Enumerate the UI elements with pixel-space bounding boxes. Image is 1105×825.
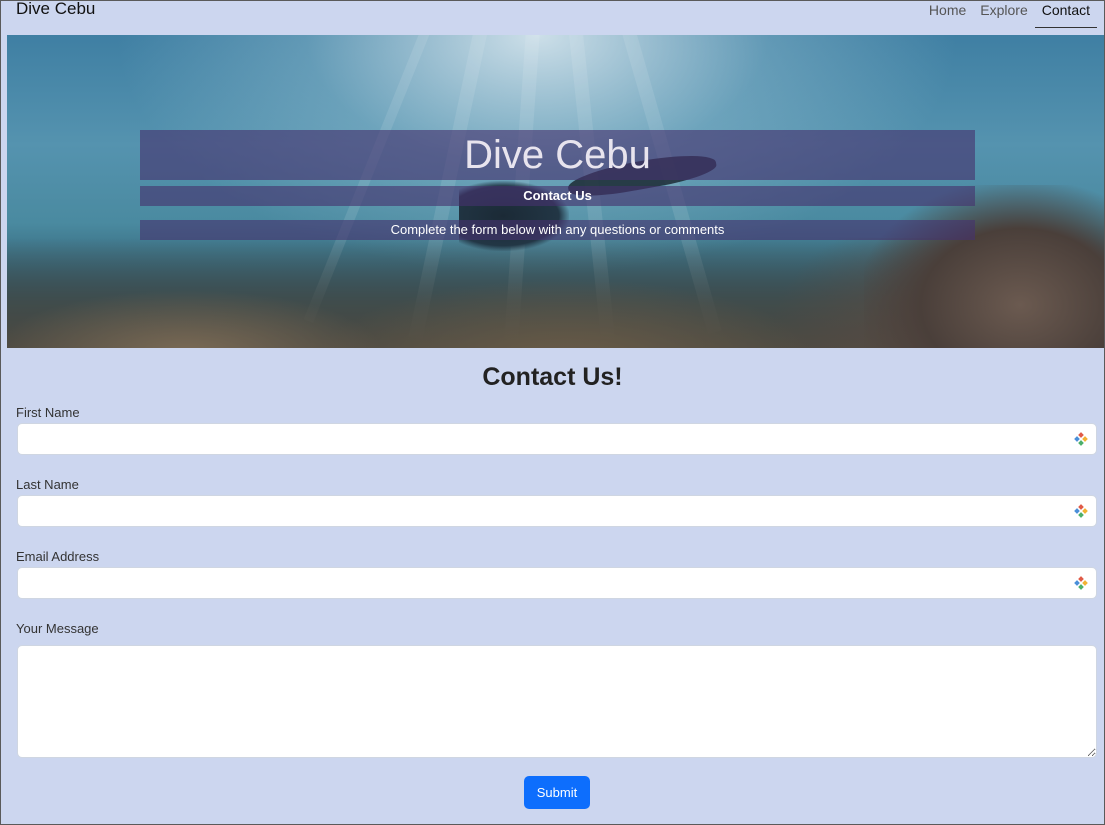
hero-banner: Dive Cebu Contact Us Complete the form b… — [7, 35, 1104, 348]
email-input[interactable] — [17, 567, 1097, 599]
first-name-label: First Name — [16, 405, 80, 420]
submit-button[interactable]: Submit — [524, 776, 590, 809]
nav-link-contact[interactable]: Contact — [1034, 1, 1097, 28]
autofill-icon[interactable] — [1074, 504, 1088, 518]
message-textarea[interactable] — [17, 645, 1097, 758]
brand-logo[interactable]: Dive Cebu — [16, 0, 95, 19]
hero-description: Complete the form below with any questio… — [140, 220, 975, 240]
last-name-label: Last Name — [16, 477, 79, 492]
coral-reef-right — [864, 185, 1104, 348]
message-label: Your Message — [16, 621, 99, 636]
autofill-icon[interactable] — [1074, 432, 1088, 446]
nav-link-home[interactable]: Home — [922, 1, 973, 28]
first-name-input[interactable] — [17, 423, 1097, 455]
navbar: Dive Cebu Home Explore Contact — [1, 0, 1104, 34]
hero-title: Dive Cebu — [140, 130, 975, 180]
nav-link-explore[interactable]: Explore — [973, 1, 1034, 28]
nav-links: Home Explore Contact — [922, 1, 1097, 29]
email-label: Email Address — [16, 549, 100, 564]
last-name-input[interactable] — [17, 495, 1097, 527]
form-heading: Contact Us! — [482, 363, 623, 391]
hero-subtitle: Contact Us — [140, 186, 975, 206]
autofill-icon[interactable] — [1074, 576, 1088, 590]
